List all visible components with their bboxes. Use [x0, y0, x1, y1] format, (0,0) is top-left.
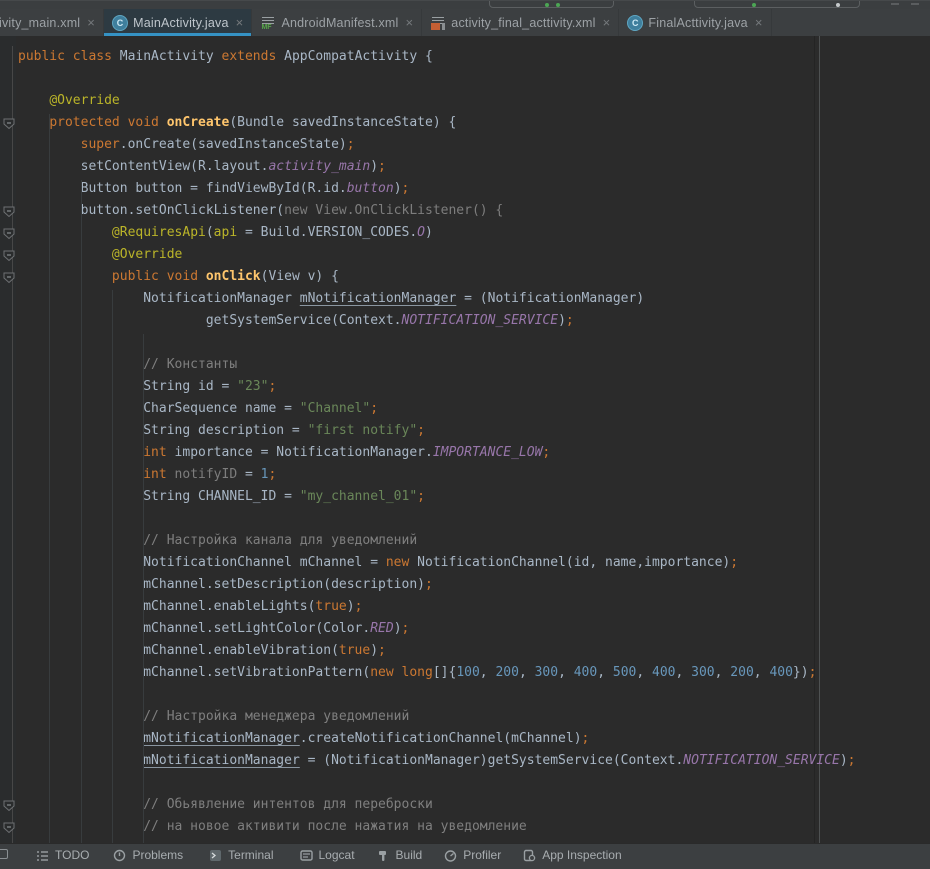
status-dot-icon: [752, 3, 756, 7]
close-icon[interactable]: ×: [87, 16, 95, 29]
statusbar-item-label: Profiler: [463, 848, 501, 862]
statusbar-item-label: Terminal: [228, 848, 273, 862]
status-dot-icon: [556, 3, 560, 7]
layout-file-icon: [430, 15, 446, 31]
editor-tab-activity-final-acttivity-xml[interactable]: activity_final_acttivity.xml ×: [422, 9, 619, 36]
code-line: button.setOnClickListener(new View.OnCli…: [18, 200, 856, 222]
class-file-icon: C: [112, 15, 128, 31]
code-text: public class MainActivity extends AppCom…: [0, 36, 856, 838]
profiler-icon: [444, 849, 457, 862]
editor-tab-mainactivity-java[interactable]: C MainActivity.java ×: [104, 9, 252, 36]
statusbar-item-todo[interactable]: TODO: [36, 848, 89, 862]
todo-icon: [36, 849, 49, 862]
close-icon[interactable]: ×: [406, 16, 414, 29]
code-editor[interactable]: public class MainActivity extends AppCom…: [0, 36, 930, 843]
editor-tab-androidmanifest-xml[interactable]: MF AndroidManifest.xml ×: [252, 9, 422, 36]
indent-guide: [49, 114, 50, 843]
code-line: @Override: [18, 90, 856, 112]
status-dot-icon: [545, 3, 549, 7]
statusbar-item-app-inspection[interactable]: App Inspection: [523, 848, 621, 862]
statusbar-item-profiler[interactable]: Profiler: [444, 848, 501, 862]
toolbar-icon: [911, 3, 919, 5]
manifest-file-icon: MF: [260, 15, 276, 31]
tab-label: activity_final_acttivity.xml: [451, 16, 595, 30]
editor-tab-bar: ivity_main.xml × C MainActivity.java × MF Andr…: [0, 9, 930, 36]
code-line: getSystemService(Context.NOTIFICATION_SE…: [18, 310, 856, 332]
code-line: public void onClick(View v) {: [18, 266, 856, 288]
statusbar-item-label: App Inspection: [542, 848, 621, 862]
statusbar-item-label: Build: [396, 848, 423, 862]
code-line: @RequiresApi(api = Build.VERSION_CODES.O…: [18, 222, 856, 244]
statusbar-item-label: Logcat: [319, 848, 355, 862]
problems-icon: [113, 849, 126, 862]
status-dot-icon: [836, 3, 840, 7]
tab-label: FinalActtivity.java: [648, 16, 747, 30]
code-line: setContentView(R.layout.activity_main);: [18, 156, 856, 178]
indent-guide: [143, 334, 144, 843]
statusbar-item-label: TODO: [55, 848, 89, 862]
code-line: @Override: [18, 244, 856, 266]
code-line: NotificationManager mNotificationManager…: [18, 288, 856, 310]
build-icon: [377, 849, 390, 862]
code-line: [18, 68, 856, 90]
statusbar-item-label: Problems: [132, 848, 183, 862]
close-icon[interactable]: ×: [755, 16, 763, 29]
indent-guide: [81, 180, 82, 843]
inspection-icon: [523, 849, 536, 862]
run-widget-button[interactable]: [489, 0, 614, 8]
tab-label: ivity_main.xml: [0, 16, 80, 30]
code-line: protected void onCreate(Bundle savedInst…: [18, 112, 856, 134]
tool-window-bar: TODO Problems Terminal Logcat Build Profiler A…: [0, 843, 930, 869]
class-file-icon: C: [627, 15, 643, 31]
statusbar-item-logcat[interactable]: Logcat: [300, 848, 355, 862]
close-icon[interactable]: ×: [603, 16, 611, 29]
logcat-icon: [300, 849, 313, 862]
statusbar-item-build[interactable]: Build: [377, 848, 423, 862]
editor-tab-finalacttivity-java[interactable]: C FinalActtivity.java ×: [619, 9, 771, 36]
statusbar-item-terminal[interactable]: Terminal: [209, 848, 273, 862]
tab-label: AndroidManifest.xml: [281, 16, 398, 30]
code-line: Button button = findViewById(R.id.button…: [18, 178, 856, 200]
close-icon[interactable]: ×: [236, 16, 244, 29]
indent-guide: [112, 290, 113, 843]
tab-label: MainActivity.java: [133, 16, 229, 30]
statusbar-item-problems[interactable]: Problems: [113, 848, 183, 862]
toolbar-icon: [891, 3, 899, 5]
window-corner-icon: [0, 849, 8, 859]
editor-tab-ivity-main-xml[interactable]: ivity_main.xml ×: [0, 9, 104, 36]
code-line: super.onCreate(savedInstanceState);: [18, 134, 856, 156]
code-line: public class MainActivity extends AppCom…: [18, 46, 856, 68]
toolbar-strip: [0, 0, 930, 9]
terminal-icon: [209, 849, 222, 862]
